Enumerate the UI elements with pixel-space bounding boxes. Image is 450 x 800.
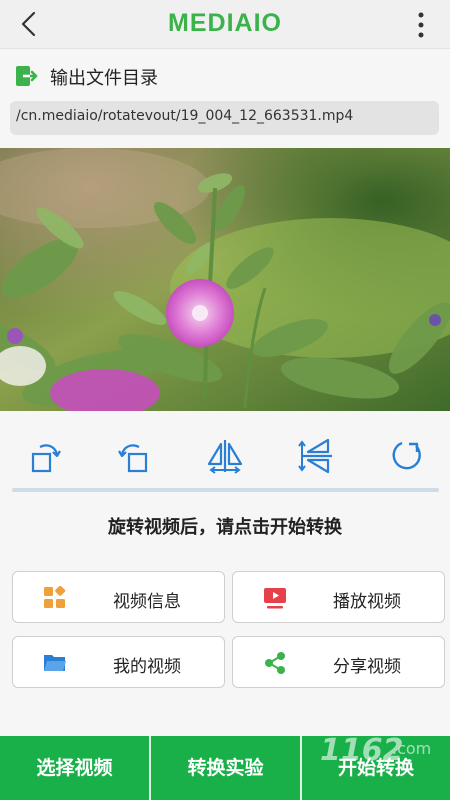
- reset-rotation-button[interactable]: [382, 432, 430, 480]
- output-directory-row: 输出文件目录: [14, 62, 414, 90]
- flip-horizontal-button[interactable]: [201, 432, 249, 480]
- my-videos-label: 我的视频: [113, 657, 181, 677]
- video-preview[interactable]: [0, 148, 450, 411]
- output-path-field[interactable]: /cn.mediaio/rotatevout/19_004_12_663531.…: [10, 101, 439, 135]
- export-icon: [16, 66, 38, 86]
- video-info-button[interactable]: 视频信息: [12, 571, 225, 623]
- share-icon: [265, 652, 285, 674]
- top-bar: MEDIAIO: [0, 0, 450, 49]
- rotate-right-button[interactable]: [111, 432, 159, 480]
- instruction-text: 旋转视频后，请点击开始转换: [108, 517, 342, 538]
- select-video-button[interactable]: 选择视频: [0, 736, 149, 800]
- more-vertical-icon: [418, 12, 424, 38]
- folder-icon: [44, 655, 66, 671]
- flower-main: [166, 279, 234, 347]
- play-screen-icon: [264, 588, 286, 609]
- grid-info-icon: [44, 586, 66, 608]
- video-frame-image: [0, 148, 450, 411]
- share-video-label: 分享视频: [333, 657, 401, 677]
- divider: [12, 488, 439, 492]
- more-menu-button[interactable]: [414, 11, 428, 39]
- video-info-label: 视频信息: [113, 592, 181, 612]
- bottom-action-bar: 选择视频 转换实验 开始转换: [0, 736, 450, 800]
- rotate-left-button[interactable]: [20, 432, 68, 480]
- flip-vertical-button[interactable]: [292, 432, 340, 480]
- app-title: MEDIAIO: [168, 9, 282, 37]
- reset-rotation-icon: [392, 441, 421, 470]
- my-videos-button[interactable]: 我的视频: [12, 636, 225, 688]
- flip-horizontal-icon: [207, 440, 243, 474]
- flip-vertical-icon: [298, 438, 332, 474]
- start-convert-button[interactable]: 开始转换: [302, 736, 450, 800]
- output-directory-label: 输出文件目录: [50, 68, 158, 89]
- play-video-label: 播放视频: [333, 592, 401, 612]
- play-video-button[interactable]: 播放视频: [232, 571, 445, 623]
- rotate-right-icon: [118, 444, 148, 473]
- convert-lab-button[interactable]: 转换实验: [151, 736, 300, 800]
- share-video-button[interactable]: 分享视频: [232, 636, 445, 688]
- rotate-left-icon: [31, 444, 61, 473]
- rotation-toolbar: [0, 432, 450, 482]
